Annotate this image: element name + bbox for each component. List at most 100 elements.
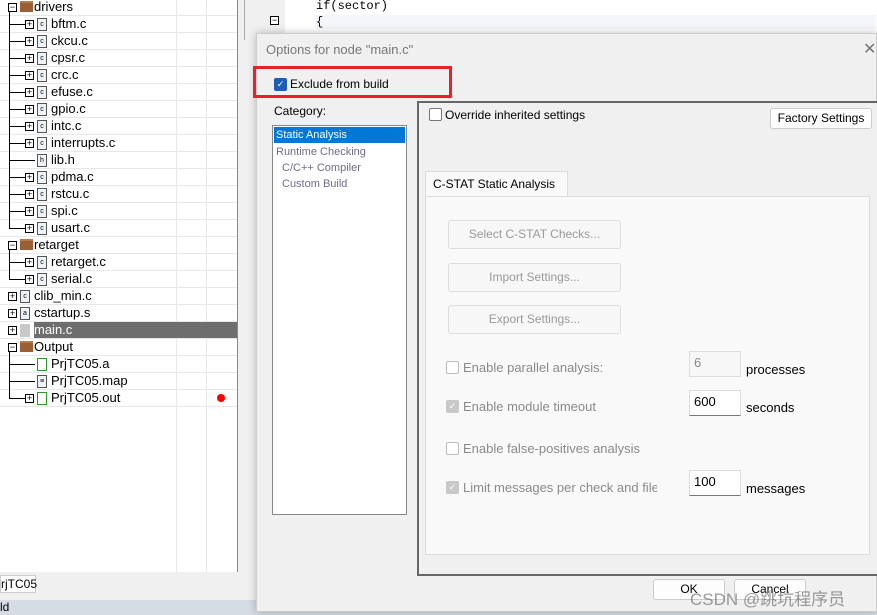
tree-item[interactable]: + c bftm.c: [0, 16, 237, 33]
tree-item-label: gpio.c: [51, 101, 86, 116]
parallel-checkbox[interactable]: [446, 361, 459, 374]
workspace-tab[interactable]: rjTC05: [0, 575, 37, 593]
category-list[interactable]: Static Analysis Runtime Checking C/C++ C…: [272, 125, 407, 515]
factory-settings-button[interactable]: Factory Settings: [770, 108, 872, 129]
c-file-icon: c: [37, 35, 47, 48]
folder-icon: [20, 1, 33, 12]
category-compiler[interactable]: C/C++ Compiler: [273, 160, 406, 176]
folder-icon: [20, 239, 33, 250]
tree-item-label: crc.c: [51, 67, 79, 82]
category-custom-build[interactable]: Custom Build: [273, 176, 406, 192]
expand-icon[interactable]: +: [25, 88, 34, 97]
close-icon[interactable]: ✕: [863, 39, 876, 59]
tree-line: [9, 160, 35, 161]
limit-messages-label: Limit messages per check and file: [463, 480, 657, 495]
expand-icon[interactable]: +: [25, 105, 34, 114]
tree-item-label: PrjTC05.map: [51, 373, 128, 388]
timeout-label: Enable module timeout: [463, 399, 596, 414]
tree-item[interactable]: + main.c: [0, 322, 237, 339]
tree-item[interactable]: h lib.h: [0, 152, 237, 169]
tree-item-label: bftm.c: [51, 16, 87, 31]
tree-line: [9, 279, 25, 280]
tree-line: [9, 143, 25, 144]
tree-item[interactable]: + c gpio.c: [0, 101, 237, 118]
tree-item[interactable]: − Output: [0, 339, 237, 356]
expand-icon[interactable]: +: [25, 20, 34, 29]
tree-line: [9, 250, 10, 280]
tree-item-label: clib_min.c: [34, 288, 92, 303]
tree-item[interactable]: ≡ PrjTC05.map: [0, 373, 237, 390]
export-settings-button[interactable]: Export Settings...: [448, 305, 621, 334]
fold-collapse-icon[interactable]: −: [270, 16, 279, 25]
tree-item[interactable]: + a cstartup.s: [0, 305, 237, 322]
expand-icon[interactable]: +: [25, 139, 34, 148]
expand-icon[interactable]: +: [25, 54, 34, 63]
parallel-input[interactable]: 6: [689, 351, 741, 377]
override-checkbox[interactable]: [429, 108, 442, 121]
expand-icon[interactable]: +: [25, 224, 34, 233]
tree-item[interactable]: + c intc.c: [0, 118, 237, 135]
parallel-unit: processes: [746, 362, 806, 377]
collapse-icon[interactable]: −: [8, 241, 17, 250]
output-file-icon: [37, 392, 47, 405]
tree-item[interactable]: − retarget: [0, 237, 237, 254]
tree-line: [9, 24, 25, 25]
tree-item[interactable]: + c interrupts.c: [0, 135, 237, 152]
tree-item[interactable]: + c cpsr.c: [0, 50, 237, 67]
tree-item[interactable]: + c usart.c: [0, 220, 237, 237]
limit-messages-checkbox[interactable]: ✓: [446, 481, 459, 494]
collapse-icon[interactable]: −: [8, 3, 17, 12]
expand-icon[interactable]: +: [25, 173, 34, 182]
limit-messages-input[interactable]: 100: [689, 470, 741, 496]
expand-icon[interactable]: +: [25, 275, 34, 284]
tab-cstat[interactable]: C-STAT Static Analysis: [425, 171, 568, 197]
tree-item[interactable]: − drivers: [0, 0, 237, 16]
c-file-icon: c: [37, 120, 47, 133]
tree-item-label: lib.h: [51, 152, 75, 167]
tree-item-label: Output: [34, 339, 74, 354]
expand-icon[interactable]: +: [25, 71, 34, 80]
expand-icon[interactable]: +: [25, 258, 34, 267]
timeout-input[interactable]: 600: [689, 390, 741, 416]
tree-line: [9, 109, 25, 110]
category-runtime-checking[interactable]: Runtime Checking: [273, 144, 406, 160]
timeout-unit: seconds: [746, 400, 795, 415]
tree-item-label: ckcu.c: [51, 33, 88, 48]
select-checks-button[interactable]: Select C-STAT Checks...: [448, 220, 621, 249]
tree-item[interactable]: + c spi.c: [0, 203, 237, 220]
collapse-icon[interactable]: −: [8, 343, 17, 352]
tree-item[interactable]: + c serial.c: [0, 271, 237, 288]
expand-icon[interactable]: +: [25, 190, 34, 199]
tree-item[interactable]: + c crc.c: [0, 67, 237, 84]
tree-item[interactable]: + PrjTC05.out: [0, 390, 237, 407]
category-static-analysis[interactable]: Static Analysis: [274, 127, 405, 143]
tree-item[interactable]: + c retarget.c: [0, 254, 237, 271]
workspace-tree: − drivers + c bftm.c + c ckcu.c + c cpsr.c + c crc.c +…: [0, 0, 238, 572]
override-label: Override inherited settings: [445, 108, 586, 122]
tree-line: [9, 41, 25, 42]
tree-item[interactable]: + c pdma.c: [0, 169, 237, 186]
false-positives-checkbox[interactable]: [446, 442, 459, 455]
expand-icon[interactable]: +: [25, 122, 34, 131]
tree-item[interactable]: + c efuse.c: [0, 84, 237, 101]
tree-item-label: pdma.c: [51, 169, 94, 184]
expand-icon[interactable]: +: [8, 292, 17, 301]
tree-item[interactable]: + c rstcu.c: [0, 186, 237, 203]
import-settings-button[interactable]: Import Settings...: [448, 263, 621, 292]
tree-line: [9, 398, 25, 399]
expand-icon[interactable]: +: [8, 326, 17, 335]
folder-icon: [20, 341, 33, 352]
exclude-from-build-checkbox[interactable]: ✓: [274, 78, 287, 91]
h-file-icon: h: [37, 154, 47, 167]
tree-item[interactable]: + c ckcu.c: [0, 33, 237, 50]
expand-icon[interactable]: +: [8, 309, 17, 318]
expand-icon[interactable]: +: [25, 37, 34, 46]
tab-content: Select C-STAT Checks... Import Settings.…: [425, 196, 870, 555]
tree-item-label: cstartup.s: [34, 305, 91, 320]
expand-icon[interactable]: +: [25, 207, 34, 216]
tree-item[interactable]: + c clib_min.c: [0, 288, 237, 305]
expand-icon[interactable]: +: [25, 394, 34, 403]
tree-item[interactable]: PrjTC05.a: [0, 356, 237, 373]
timeout-checkbox[interactable]: ✓: [446, 400, 459, 413]
tree-line: [9, 352, 10, 399]
